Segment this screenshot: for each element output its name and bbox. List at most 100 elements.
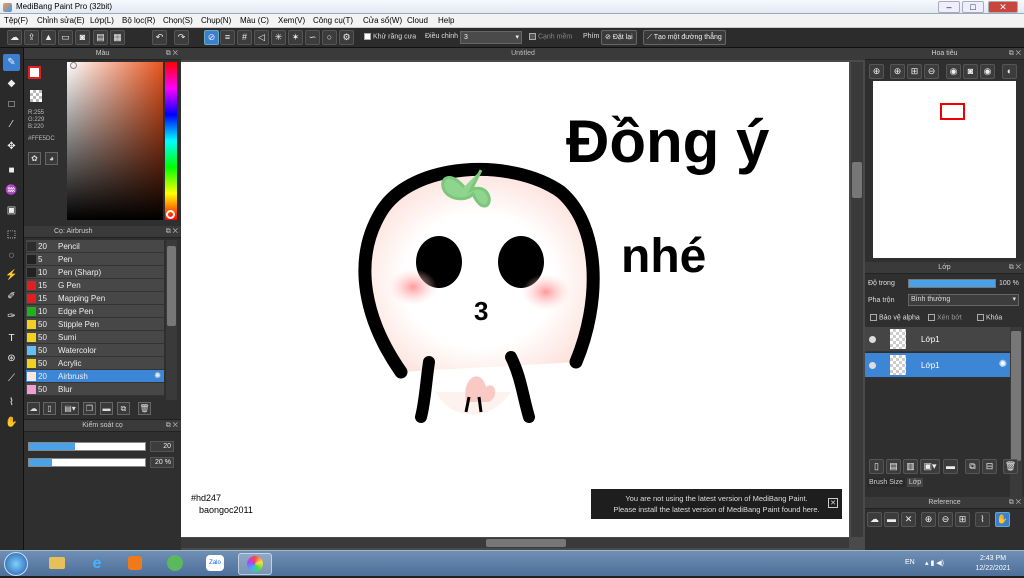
duplicate-icon[interactable]: ⧉ (117, 402, 130, 415)
new-layer-1bit-icon[interactable]: ▥ (903, 459, 918, 474)
drawing-canvas[interactable]: 3 Đồng ý nhé #hd247 baongoc2011 You are … (181, 62, 849, 537)
text-tool-icon[interactable]: T (3, 330, 20, 347)
open-file-icon[interactable]: ▬ (884, 512, 899, 527)
note-icon[interactable]: ▤ (93, 30, 108, 45)
brush-item[interactable]: 20 Pencil (26, 240, 164, 253)
layer-opacity-slider[interactable] (908, 279, 996, 288)
perspective-snap-icon[interactable]: ◁ (254, 30, 269, 45)
layer-folder-icon[interactable]: ▬ (943, 459, 958, 474)
gradient-tool-icon[interactable]: ▣ (3, 202, 20, 219)
radial-snap-icon[interactable]: ✳ (271, 30, 286, 45)
curve-snap-icon[interactable]: ∽ (305, 30, 320, 45)
minimize-button[interactable]: – (938, 1, 960, 13)
circle-snap-icon[interactable]: ○ (322, 30, 337, 45)
undo-icon[interactable]: ↶ (152, 30, 167, 45)
layer-row[interactable]: Lớp1 ✺ (865, 353, 1010, 378)
brush-size-value[interactable]: 20 (150, 441, 174, 452)
menu-capture[interactable]: Chụp(N) (201, 16, 231, 25)
export-icon[interactable]: ⇪ (24, 30, 39, 45)
zoom-out-icon[interactable]: ⊖ (938, 512, 953, 527)
duplicate-layer-icon[interactable]: ⧉ (965, 459, 980, 474)
color-history-icon[interactable]: ◕ (45, 152, 58, 165)
eyedropper-icon[interactable]: ⌇ (3, 394, 20, 411)
brush-opacity-value[interactable]: 20 % (150, 457, 174, 468)
parallel-snap-icon[interactable]: ≡ (220, 30, 235, 45)
zoom-in-icon[interactable]: ⊕ (890, 64, 905, 79)
cloud-brush-icon[interactable]: ☁ (27, 402, 40, 415)
cut-tool-icon[interactable]: ⟋ (3, 370, 20, 387)
clock[interactable]: 2:43 PM 12/22/2021 (968, 554, 1018, 574)
brush-item[interactable]: 50 Watercolor (26, 344, 164, 357)
radial-grid-icon[interactable]: ✶ (288, 30, 303, 45)
fit-icon[interactable]: ⊞ (955, 512, 970, 527)
cloud-icon[interactable]: ☁ (867, 512, 882, 527)
cloud-icon[interactable]: ☁ (7, 30, 22, 45)
antialias-checkbox[interactable] (364, 33, 371, 40)
menu-filter[interactable]: Bộ lọc(R) (122, 16, 155, 25)
menu-view[interactable]: Xem(V) (278, 16, 305, 25)
redo-icon[interactable]: ↷ (174, 30, 189, 45)
protect-alpha-checkbox[interactable] (870, 314, 877, 321)
blend-select[interactable]: Bình thường ▾ (908, 294, 1019, 306)
shape-tool-icon[interactable]: □ (3, 96, 20, 113)
soft-edge-checkbox[interactable] (529, 33, 536, 40)
no-snap-icon[interactable]: ⊘ (204, 30, 219, 45)
layer-settings-gear-icon[interactable]: ✺ (999, 359, 1007, 370)
expand-icon[interactable]: ⧉ ✕ (166, 226, 178, 238)
zoom-out-icon[interactable]: ⊖ (924, 64, 939, 79)
merge-layer-icon[interactable]: ⊟ (982, 459, 997, 474)
menu-select[interactable]: Chọn(S) (163, 16, 193, 25)
zoom-in-icon[interactable]: ⊕ (869, 64, 884, 79)
expand-icon[interactable]: ⧉ ✕ (1009, 497, 1021, 509)
brush-item[interactable]: 20 Airbrush ✺ (26, 370, 164, 383)
rotate-right-icon[interactable]: ◉ (980, 64, 995, 79)
panel-tool-icon[interactable]: ⊛ (3, 350, 20, 367)
medibang-icon[interactable] (238, 553, 272, 575)
new-brush-icon[interactable]: ▯ (43, 402, 56, 415)
clipping-checkbox[interactable] (928, 314, 935, 321)
eraser-tool-icon[interactable]: ◆ (3, 75, 20, 92)
navigator-viewport[interactable] (940, 103, 965, 120)
horizontal-scroll-thumb[interactable] (486, 539, 566, 547)
internet-explorer-icon[interactable]: e (80, 553, 114, 575)
expand-icon[interactable]: ⧉ ✕ (166, 420, 178, 432)
update-notice[interactable]: You are not using the latest version of … (591, 489, 842, 519)
layer-scroll-thumb[interactable] (1011, 331, 1021, 461)
palette-icon[interactable]: ✿ (28, 152, 41, 165)
file-explorer-icon[interactable] (40, 553, 74, 575)
brush-item[interactable]: 50 Blur (26, 383, 164, 396)
brush-opacity-slider[interactable] (28, 458, 146, 467)
hand-icon[interactable]: ✋ (995, 512, 1010, 527)
tab-brush-size[interactable]: Brush Size (867, 478, 905, 487)
add-brush-icon[interactable]: ▤▾ (61, 402, 79, 415)
new-layer-halftone-icon[interactable]: ▤ (886, 459, 901, 474)
background-color-swatch[interactable] (30, 90, 42, 102)
fit-icon[interactable]: ⊞ (907, 64, 922, 79)
horizontal-scrollbar[interactable] (181, 538, 849, 548)
lock-checkbox[interactable] (977, 314, 984, 321)
add-layer-menu-icon[interactable]: ▣▾ (920, 459, 940, 474)
close-button[interactable]: ✕ (988, 1, 1018, 13)
zalo-icon[interactable]: Zalo (198, 553, 232, 575)
brush-tool-icon[interactable]: ✎ (3, 54, 20, 71)
copy-brush-icon[interactable]: ❐ (83, 402, 96, 415)
menu-color[interactable]: Màu (C) (240, 16, 269, 25)
select-eraser-icon[interactable]: ✑ (3, 308, 20, 325)
brush-item[interactable]: 50 Sumi (26, 331, 164, 344)
adjust-select[interactable]: 3 ▾ (460, 31, 522, 44)
select-tool-icon[interactable]: ⬚ (3, 226, 20, 243)
coccoc-browser-icon[interactable] (158, 553, 192, 575)
expand-icon[interactable]: ⧉ ✕ (166, 48, 178, 60)
rotate-reset-icon[interactable]: ◙ (963, 64, 978, 79)
trash-icon[interactable]: 🗑 (138, 402, 151, 415)
chat-icon[interactable]: ◙ (75, 30, 90, 45)
expand-icon[interactable]: ⧉ ✕ (1009, 48, 1021, 60)
saturation-value-square[interactable] (67, 62, 163, 220)
eye-icon[interactable] (869, 362, 876, 369)
new-layer-icon[interactable]: ▯ (869, 459, 884, 474)
flip-icon[interactable]: ◐ (1002, 64, 1017, 79)
language-indicator[interactable]: EN (905, 559, 915, 566)
comment-icon[interactable]: ▭ (58, 30, 73, 45)
brush-list-scrollbar[interactable] (166, 240, 177, 400)
brush-item[interactable]: 10 Edge Pen (26, 305, 164, 318)
